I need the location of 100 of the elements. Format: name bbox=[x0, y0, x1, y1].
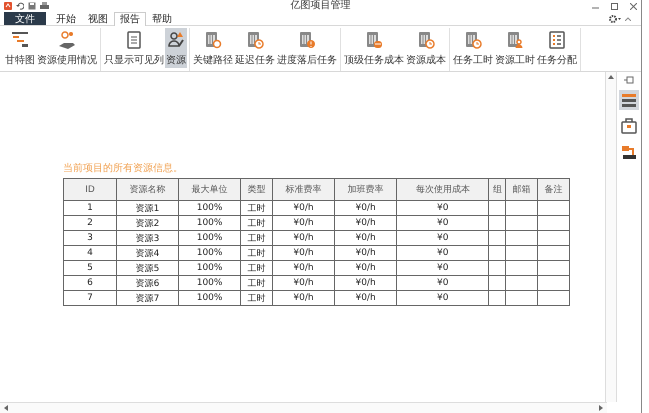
column-header: 每次使用成本 bbox=[396, 178, 489, 200]
table-cell: 工时 bbox=[240, 276, 272, 290]
table-cell: ¥0 bbox=[396, 276, 489, 290]
table-cell: 100% bbox=[178, 200, 241, 216]
table-cell: 5 bbox=[64, 260, 116, 276]
column-header: 标准费率 bbox=[272, 178, 335, 200]
table-cell: ¥0/h bbox=[334, 200, 397, 216]
table-cell: 100% bbox=[178, 216, 241, 230]
ribbon-button[interactable]: 只显示可见列 bbox=[103, 28, 165, 68]
table-cell: 工时 bbox=[240, 216, 272, 230]
side-panel-button[interactable] bbox=[619, 116, 639, 136]
table-cell: ¥0/h bbox=[334, 290, 397, 306]
table-cell: 4 bbox=[64, 246, 116, 260]
ribbon-button[interactable]: 甘特图 bbox=[4, 28, 36, 68]
document-clock-icon bbox=[245, 30, 265, 50]
ribbon-button[interactable]: 任务工时 bbox=[452, 28, 494, 68]
table-cell: 资源7 bbox=[116, 290, 179, 306]
document-person-icon bbox=[505, 30, 525, 50]
table-cell: ¥0 bbox=[396, 230, 489, 246]
table-cell: 1 bbox=[64, 200, 116, 216]
column-header: 邮箱 bbox=[506, 178, 538, 200]
table-cell: 资源4 bbox=[116, 246, 179, 260]
stack-icon bbox=[620, 91, 638, 109]
table-cell: ¥0/h bbox=[334, 216, 397, 230]
column-header: 资源名称 bbox=[116, 178, 179, 200]
ribbon-button[interactable]: 资源 bbox=[165, 28, 187, 68]
table-cell: 工时 bbox=[240, 246, 272, 260]
table-cell: 7 bbox=[64, 290, 116, 306]
ribbon-button[interactable]: 进度落后任务 bbox=[276, 28, 338, 68]
scroll-up-icon[interactable] bbox=[608, 75, 614, 79]
table-cell: 资源3 bbox=[116, 230, 179, 246]
ribbon-button[interactable]: 任务分配 bbox=[536, 28, 578, 68]
report-heading: 当前项目的所有资源信息。 bbox=[63, 162, 184, 175]
undo-icon[interactable] bbox=[16, 2, 24, 10]
table-cell: ¥0 bbox=[396, 200, 489, 216]
ribbon-button[interactable]: 延迟任务 bbox=[234, 28, 276, 68]
scroll-left-icon[interactable] bbox=[4, 405, 8, 411]
briefcase-icon bbox=[620, 117, 638, 135]
checklist-icon bbox=[547, 30, 567, 50]
document-clock-icon bbox=[463, 30, 483, 50]
table-cell: ¥0/h bbox=[334, 246, 397, 260]
table-cell: 6 bbox=[64, 276, 116, 290]
column-header: ID bbox=[64, 178, 116, 200]
ribbon-tab[interactable]: 报告 bbox=[114, 12, 146, 26]
gantt-chart-icon bbox=[10, 30, 30, 50]
table-cell: ¥0/h bbox=[272, 216, 335, 230]
table-cell: 3 bbox=[64, 230, 116, 246]
horizontal-scrollbar[interactable] bbox=[0, 402, 607, 413]
pin-icon[interactable] bbox=[624, 76, 634, 84]
ribbon-tab[interactable]: 开始 bbox=[50, 12, 82, 25]
table-cell: ¥0/h bbox=[272, 230, 335, 246]
table-cell: ¥0/h bbox=[272, 276, 335, 290]
ribbon-tab[interactable]: 视图 bbox=[82, 12, 114, 25]
table-cell: 资源2 bbox=[116, 216, 179, 230]
table-cell: ¥0/h bbox=[334, 260, 397, 276]
scroll-right-icon[interactable] bbox=[599, 405, 603, 411]
app-logo-icon bbox=[4, 2, 12, 10]
vertical-scrollbar[interactable] bbox=[605, 72, 616, 402]
settings-icon[interactable] bbox=[609, 14, 621, 22]
table-cell: 100% bbox=[178, 246, 241, 260]
print-icon[interactable] bbox=[40, 2, 49, 10]
ribbon-button[interactable]: 资源工时 bbox=[494, 28, 536, 68]
document-clock-icon bbox=[416, 30, 436, 50]
column-header: 最大单位 bbox=[178, 178, 241, 200]
table-cell: 100% bbox=[178, 290, 241, 306]
transfer-icon bbox=[620, 143, 638, 161]
table-cell: 资源5 bbox=[116, 260, 179, 276]
table-cell: 资源1 bbox=[116, 200, 179, 216]
window-title: 亿图项目管理 bbox=[290, 0, 350, 11]
ribbon-tab[interactable]: 帮助 bbox=[146, 12, 178, 25]
ribbon-button[interactable]: 顶级任务成本 bbox=[343, 28, 405, 68]
table-cell: 工时 bbox=[240, 290, 272, 306]
table-cell: 100% bbox=[178, 260, 241, 276]
table-cell: ¥0 bbox=[396, 246, 489, 260]
maximize-icon[interactable] bbox=[611, 2, 618, 10]
table-cell: ¥0/h bbox=[272, 200, 335, 216]
collapse-icon[interactable] bbox=[625, 16, 631, 20]
table-cell: 工时 bbox=[240, 260, 272, 276]
ribbon-button[interactable]: 资源成本 bbox=[405, 28, 447, 68]
column-header: 类型 bbox=[240, 178, 272, 200]
ribbon-button[interactable]: 资源使用情况 bbox=[36, 28, 98, 68]
document-ring-icon bbox=[203, 30, 223, 50]
file-menu-tab[interactable]: 文件 bbox=[4, 12, 46, 25]
table-cell: ¥0/h bbox=[272, 290, 335, 306]
save-icon[interactable] bbox=[28, 2, 36, 10]
people-hand-icon bbox=[57, 30, 77, 50]
document-coin-icon bbox=[364, 30, 384, 50]
ribbon-button[interactable]: 关键路径 bbox=[192, 28, 234, 68]
close-icon[interactable] bbox=[630, 2, 637, 10]
table-cell: 资源6 bbox=[116, 276, 179, 290]
column-header: 组 bbox=[488, 178, 506, 200]
table-cell: 2 bbox=[64, 216, 116, 230]
table-cell: ¥0/h bbox=[334, 276, 397, 290]
table-cell: 工时 bbox=[240, 230, 272, 246]
table-cell: ¥0/h bbox=[334, 230, 397, 246]
table-cell: ¥0/h bbox=[272, 260, 335, 276]
column-header: 加班费率 bbox=[334, 178, 397, 200]
table-cell: ¥0 bbox=[396, 260, 489, 276]
column-header: 备注 bbox=[538, 178, 570, 200]
table-cell: 100% bbox=[178, 276, 241, 290]
